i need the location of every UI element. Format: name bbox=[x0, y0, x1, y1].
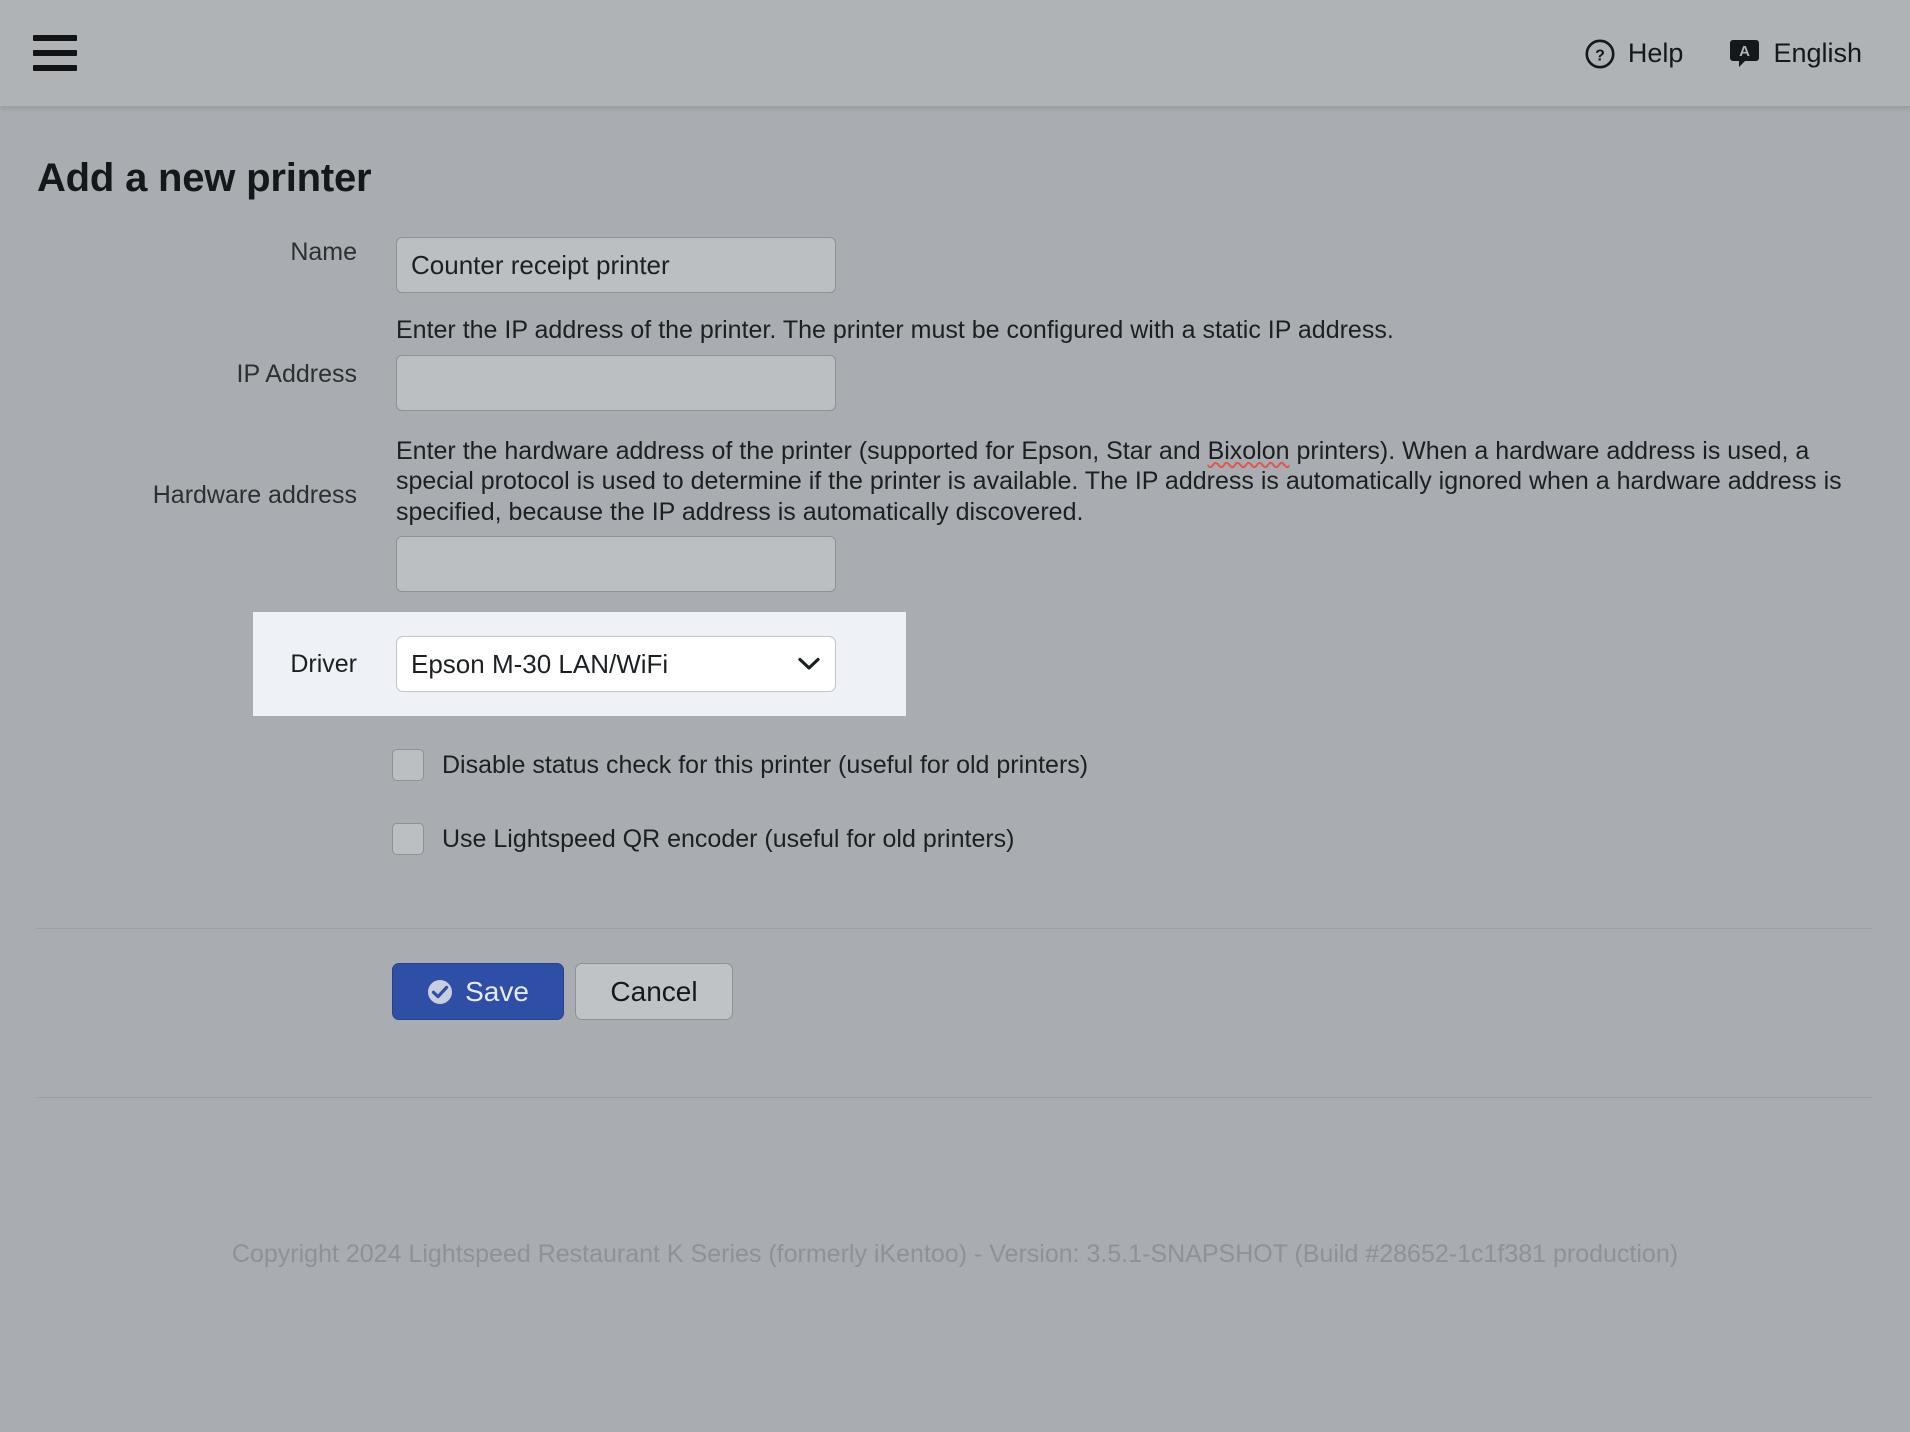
name-label: Name bbox=[290, 238, 357, 266]
save-button-label: Save bbox=[465, 975, 529, 1007]
page-title: Add a new printer bbox=[37, 156, 372, 200]
form-row-driver-highlighted: Driver Epson M-30 LAN/WiFi bbox=[253, 612, 906, 716]
form-row-hardware-address: Hardware address Enter the hardware addr… bbox=[0, 436, 1910, 592]
hamburger-menu-icon[interactable] bbox=[33, 30, 77, 76]
printer-form: Name IP Address Enter the IP address of … bbox=[0, 237, 1910, 855]
check-circle-icon bbox=[427, 979, 453, 1005]
hardware-address-label: Hardware address bbox=[152, 480, 357, 509]
page-content: Add a new printer Name IP Address Enter … bbox=[0, 107, 1910, 1432]
language-bubble-icon: A bbox=[1729, 38, 1760, 69]
hamburger-bar-2 bbox=[33, 50, 77, 56]
help-button[interactable]: ? Help bbox=[1585, 38, 1684, 69]
form-row-use-qr-encoder: Use Lightspeed QR encoder (useful for ol… bbox=[392, 823, 1910, 855]
language-selector[interactable]: A English bbox=[1729, 38, 1862, 69]
use-qr-encoder-checkbox[interactable] bbox=[392, 823, 424, 855]
top-bar-actions: ? Help A English bbox=[1585, 0, 1862, 107]
form-row-ip-address: IP Address Enter the IP address of the p… bbox=[0, 315, 1910, 411]
form-actions: Save Cancel bbox=[392, 963, 733, 1020]
hardware-address-input[interactable] bbox=[396, 536, 836, 592]
disable-status-check-checkbox[interactable] bbox=[392, 749, 424, 781]
language-label: English bbox=[1773, 38, 1862, 68]
hamburger-bar-3 bbox=[33, 65, 77, 71]
form-row-name: Name bbox=[0, 237, 1910, 293]
driver-select[interactable]: Epson M-30 LAN/WiFi bbox=[396, 636, 836, 692]
ip-address-input[interactable] bbox=[396, 354, 836, 411]
hardware-help-part1: Enter the hardware address of the printe… bbox=[396, 436, 1208, 465]
ip-address-label: IP Address bbox=[236, 360, 357, 388]
footer-copyright: Copyright 2024 Lightspeed Restaurant K S… bbox=[231, 1240, 1679, 1268]
name-input[interactable] bbox=[396, 237, 836, 293]
cancel-button-label: Cancel bbox=[610, 975, 698, 1007]
help-label: Help bbox=[1627, 38, 1684, 68]
svg-text:A: A bbox=[1740, 43, 1751, 60]
hardware-address-help: Enter the hardware address of the printe… bbox=[396, 436, 1861, 528]
hamburger-bar-1 bbox=[33, 35, 77, 41]
ip-address-help: Enter the IP address of the printer. The… bbox=[396, 316, 1394, 344]
question-circle-icon: ? bbox=[1585, 39, 1615, 69]
top-bar: ? Help A English bbox=[0, 0, 1910, 107]
form-divider-bottom bbox=[37, 1097, 1872, 1098]
cancel-button[interactable]: Cancel bbox=[575, 963, 733, 1020]
use-qr-encoder-label[interactable]: Use Lightspeed QR encoder (useful for ol… bbox=[442, 825, 1015, 854]
save-button[interactable]: Save bbox=[392, 963, 564, 1020]
driver-label: Driver bbox=[290, 650, 357, 678]
form-divider-top bbox=[37, 928, 1872, 929]
disable-status-check-label[interactable]: Disable status check for this printer (u… bbox=[442, 751, 1088, 780]
hardware-help-misspelled-word: Bixolon bbox=[1207, 436, 1290, 465]
form-row-disable-status-check: Disable status check for this printer (u… bbox=[392, 749, 1910, 781]
driver-select-wrapper: Epson M-30 LAN/WiFi bbox=[396, 636, 836, 692]
svg-text:?: ? bbox=[1595, 47, 1605, 64]
